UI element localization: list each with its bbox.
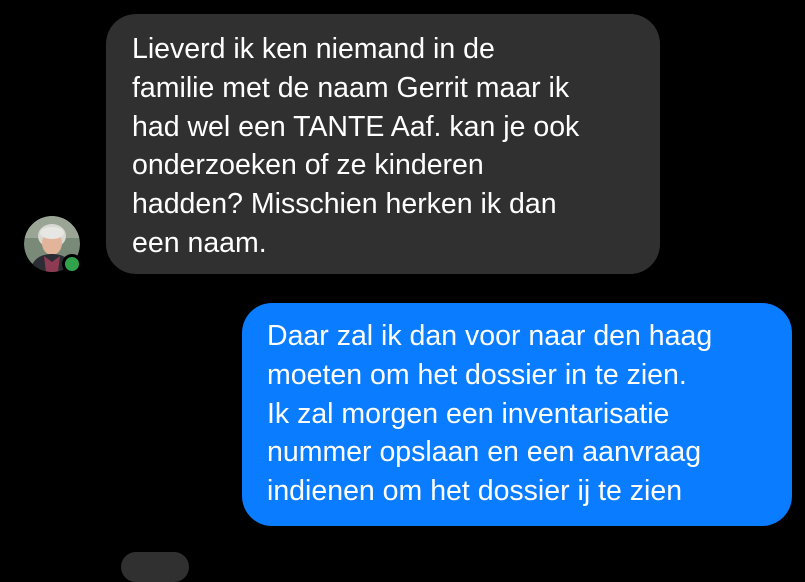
- online-status-indicator: [62, 254, 82, 274]
- message-text-line: onderzoeken of ze kinderen: [132, 149, 484, 182]
- outgoing-message-bubble[interactable]: Daar zal ik dan voor naar den haag moete…: [242, 303, 792, 526]
- message-text-line: indienen om het dossier ij te zien: [267, 475, 683, 508]
- message-text-line: nummer opslaan en een aanvraag: [267, 436, 702, 469]
- message-text-line: Lieverd ik ken niemand in de: [132, 33, 495, 65]
- partial-incoming-message-bubble[interactable]: [121, 552, 189, 582]
- incoming-message-bubble[interactable]: Lieverd ik ken niemand in de familie met…: [106, 14, 660, 274]
- contact-avatar[interactable]: [24, 216, 82, 274]
- message-text-line: moeten om het dossier in te zien.: [267, 358, 687, 391]
- message-text-line: familie met de naam Gerrit maar ik: [132, 71, 570, 104]
- message-text-line: Daar zal ik dan voor naar den haag: [267, 320, 713, 352]
- message-text-line: had wel een TANTE Aaf. kan je ook: [132, 110, 580, 143]
- message-text-line: Ik zal morgen een inventarisatie: [267, 397, 670, 430]
- message-text-line: een naam.: [132, 226, 267, 259]
- message-text-line: hadden? Misschien herken ik dan: [132, 188, 557, 221]
